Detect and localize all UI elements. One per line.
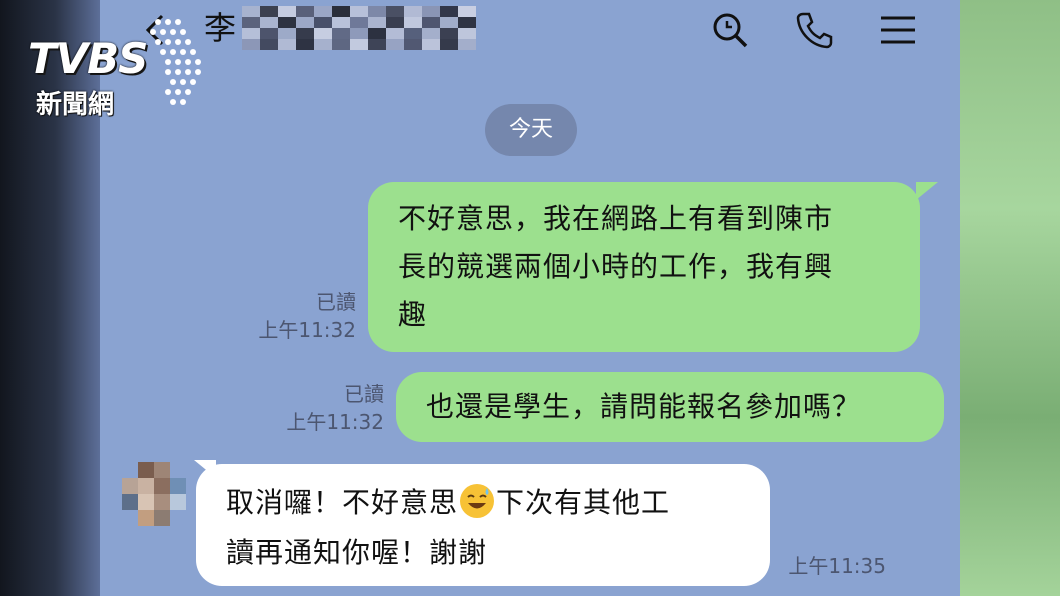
avatar[interactable] <box>122 462 186 526</box>
message-line: 長的競選兩個小時的工作，我有興 <box>398 250 834 283</box>
logo-brand: TVBS <box>28 34 148 83</box>
message-time: 上午11:35 <box>788 554 886 578</box>
message-text: 下次有其他工 <box>496 486 671 519</box>
bubble-tail <box>916 182 938 200</box>
chat-window: 李 今天 已讀 上午11:32 不好意思，我在網路上有看到陳市 長的競選兩個小時… <box>100 0 960 596</box>
sent-message-bubble[interactable]: 也還是學生，請問能報名參加嗎？ <box>396 372 944 442</box>
read-receipt: 已讀 <box>316 290 356 314</box>
logo-dot-pattern <box>150 19 201 105</box>
phone-icon[interactable] <box>794 10 834 50</box>
received-message-bubble[interactable]: 取消囉！不好意思 下次有其他工 讀再通知你喔！謝謝 <box>196 464 770 586</box>
menu-icon[interactable] <box>878 10 918 50</box>
tvbs-watermark-logo: TVBS 新聞網 <box>28 14 218 120</box>
message-meta: 已讀 上午11:32 <box>268 380 384 436</box>
sweat-smile-emoji-icon <box>460 484 495 518</box>
logo-subtitle: 新聞網 <box>36 90 115 120</box>
message-line-1: 取消囉！不好意思 下次有其他工 <box>226 478 770 528</box>
sent-message-bubble[interactable]: 不好意思，我在網路上有看到陳市 長的競選兩個小時的工作，我有興 趣 <box>368 182 938 352</box>
read-receipt: 已讀 <box>344 382 384 406</box>
search-icon[interactable] <box>710 10 750 50</box>
pixelated-name-mosaic <box>242 6 488 50</box>
message-time: 上午11:32 <box>286 410 384 434</box>
message-text: 取消囉！不好意思 <box>226 486 459 519</box>
blurred-right-edge <box>960 0 1060 596</box>
message-meta: 已讀 上午11:32 <box>240 288 356 344</box>
message-line: 不好意思，我在網路上有看到陳市 <box>398 202 834 235</box>
chat-header: 李 <box>100 0 960 60</box>
message-line: 趣 <box>398 298 428 331</box>
message-line-2: 讀再通知你喔！謝謝 <box>226 536 488 569</box>
date-separator-chip: 今天 <box>485 104 577 156</box>
message-line: 也還是學生，請問能報名參加嗎？ <box>426 390 862 423</box>
message-time: 上午11:32 <box>258 318 356 342</box>
